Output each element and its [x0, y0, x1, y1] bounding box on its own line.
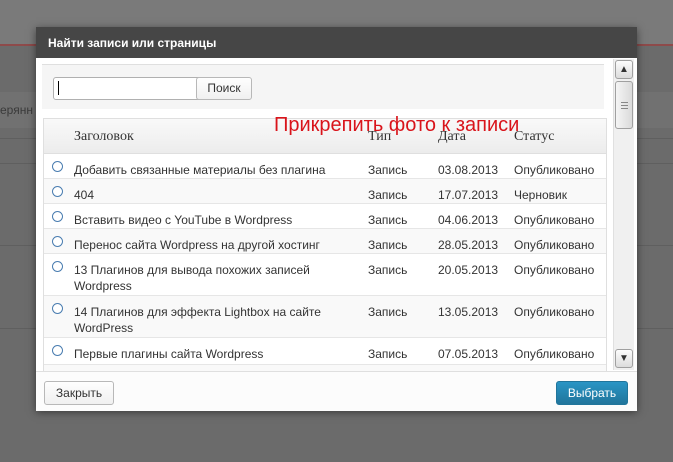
row-radio[interactable] [52, 345, 63, 356]
row-date: 04.06.2013 [438, 213, 499, 227]
row-date: 20.05.2013 [438, 263, 499, 277]
row-type: Запись [368, 213, 408, 227]
select-button[interactable]: Выбрать [556, 381, 628, 405]
row-title: 14 Плагинов для эффекта Lightbox на сайт… [74, 305, 321, 335]
row-status: Опубликовано [514, 347, 595, 361]
row-title: Вставить видео с YouTube в Wordpress [74, 213, 293, 227]
table-row[interactable]: Первые плагины сайта Wordpress Запись 07… [44, 338, 606, 365]
row-type: Запись [368, 305, 408, 319]
row-date: 17.07.2013 [438, 188, 499, 202]
search-input[interactable] [53, 77, 202, 100]
row-status: Опубликовано [514, 305, 595, 319]
column-header-title: Заголовок [74, 129, 134, 144]
row-title: 404 [74, 188, 95, 202]
table-row[interactable]: 13 Плагинов для вывода похожих записей W… [44, 254, 606, 296]
row-status: Опубликовано [514, 213, 595, 227]
search-bar: Поиск [42, 64, 604, 109]
scrollbar-thumb[interactable] [615, 81, 633, 129]
annotation-text: Прикрепить фото к записи [274, 114, 520, 136]
row-status: Опубликовано [514, 263, 595, 277]
row-type: Запись [368, 188, 408, 202]
grip-line [621, 105, 628, 106]
row-date: 13.05.2013 [438, 305, 499, 319]
vertical-scrollbar[interactable]: ▲ ▼ [613, 59, 634, 370]
chevron-up-icon[interactable]: ▲ [615, 60, 633, 79]
row-type: Запись [368, 238, 408, 252]
dialog-title: Найти записи или страницы [36, 27, 637, 58]
row-status: Опубликовано [514, 238, 595, 252]
text-caret [58, 81, 59, 95]
row-type: Запись [368, 347, 408, 361]
grip-line [621, 102, 628, 103]
close-button[interactable]: Закрыть [44, 381, 114, 405]
find-posts-dialog: Найти записи или страницы Поиск Заголово… [36, 27, 637, 411]
row-status: Черновик [514, 188, 567, 202]
row-radio[interactable] [52, 186, 63, 197]
search-button[interactable]: Поиск [196, 77, 252, 100]
chevron-down-icon[interactable]: ▼ [615, 349, 633, 368]
row-radio[interactable] [52, 236, 63, 247]
background-partial-text: ерянн [0, 103, 33, 117]
row-date: 03.08.2013 [438, 163, 499, 177]
dialog-body: Поиск Заголовок Тип Дата Статус Добавить… [36, 58, 637, 371]
row-radio[interactable] [52, 211, 63, 222]
row-radio[interactable] [52, 303, 63, 314]
table-row[interactable]: 14 Плагинов для эффекта Lightbox на сайт… [44, 296, 606, 338]
column-header-status: Статус [514, 129, 555, 144]
row-title: Добавить связанные материалы без плагина [74, 163, 326, 177]
row-date: 28.05.2013 [438, 238, 499, 252]
row-status: Опубликовано [514, 163, 595, 177]
row-title: 13 Плагинов для вывода похожих записей W… [74, 263, 310, 293]
table-row[interactable]: Добавить связанные материалы без плагина… [44, 154, 606, 179]
table-row[interactable]: Вставить видео с YouTube в Wordpress Зап… [44, 204, 606, 229]
grip-line [621, 108, 628, 109]
row-radio[interactable] [52, 261, 63, 272]
dialog-footer: Закрыть Выбрать [36, 371, 637, 411]
posts-table: Заголовок Тип Дата Статус Добавить связа… [43, 118, 607, 371]
row-title: Перенос сайта Wordpress на другой хостин… [74, 238, 320, 252]
row-type: Запись [368, 163, 408, 177]
row-radio[interactable] [52, 161, 63, 172]
row-date: 07.05.2013 [438, 347, 499, 361]
table-row[interactable]: 404 Запись 17.07.2013 Черновик [44, 179, 606, 204]
row-title: Первые плагины сайта Wordpress [74, 347, 264, 361]
row-type: Запись [368, 263, 408, 277]
table-row[interactable]: Перенос сайта Wordpress на другой хостин… [44, 229, 606, 254]
